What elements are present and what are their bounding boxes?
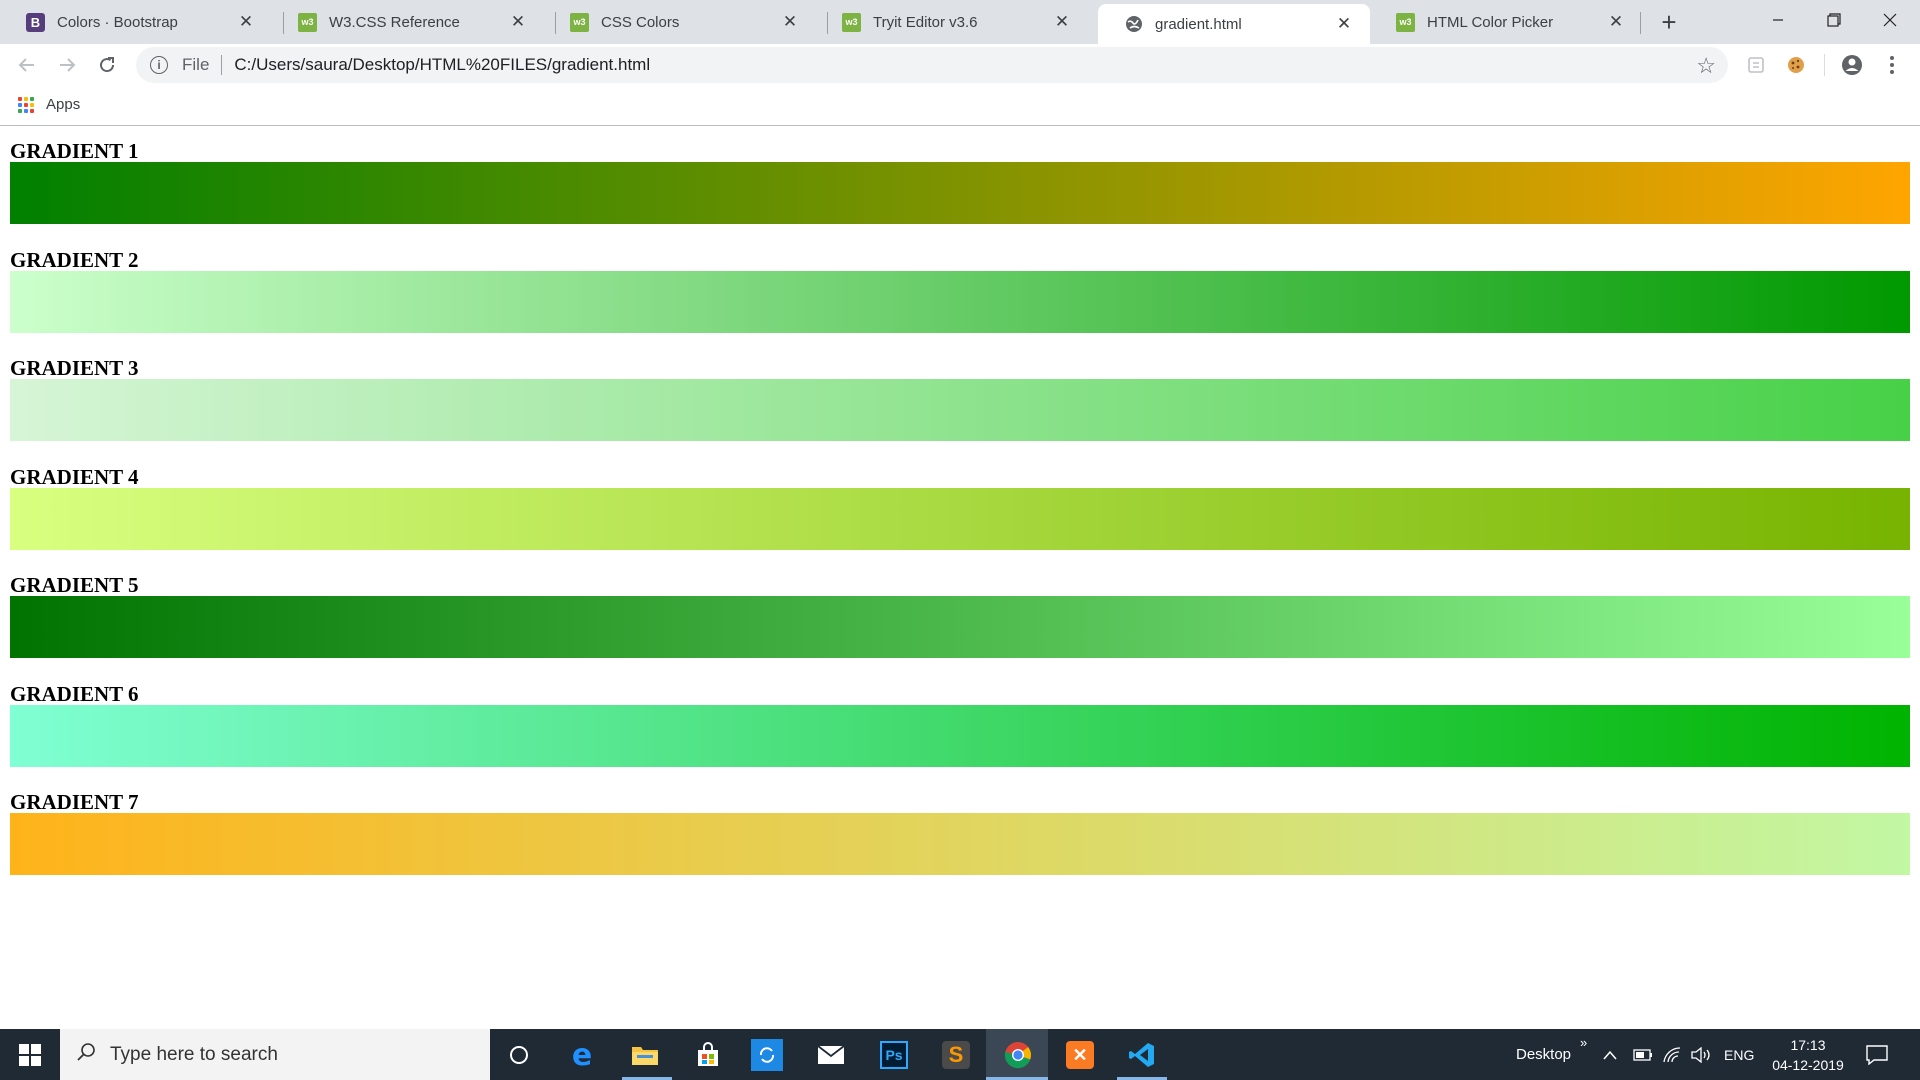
- apps-shortcut[interactable]: Apps: [18, 96, 80, 113]
- globe-icon: [1124, 15, 1143, 34]
- window-close-icon[interactable]: [1862, 0, 1918, 40]
- search-icon: [76, 1042, 96, 1068]
- gradient-1-bar: [10, 162, 1910, 224]
- restore-icon[interactable]: [1806, 0, 1862, 40]
- close-icon[interactable]: ✕: [1050, 10, 1074, 34]
- gradient-5-title: GRADIENT 5: [10, 573, 139, 597]
- forward-arrow-icon[interactable]: [51, 49, 83, 81]
- toolbar-divider: [1824, 54, 1825, 76]
- bookmark-star-icon[interactable]: ☆: [1696, 53, 1716, 79]
- desktop-toolbar-label[interactable]: Desktop: [1516, 1029, 1571, 1080]
- tab-html-color-picker[interactable]: w3 HTML Color Picker ✕: [1370, 0, 1642, 44]
- gradient-2-bar: [10, 271, 1910, 333]
- gradient-6-bar: [10, 705, 1910, 767]
- mail-icon[interactable]: [812, 1036, 850, 1074]
- w3schools-icon: w3: [570, 12, 589, 32]
- language-indicator[interactable]: ENG: [1724, 1029, 1754, 1080]
- page-content: GRADIENT 1 GRADIENT 2 GRADIENT 3 GRADIEN…: [0, 127, 1920, 1029]
- windows-taskbar: Type here to search e Ps S ✕ Desktop » E…: [0, 1029, 1920, 1080]
- w3schools-icon: w3: [1396, 12, 1415, 32]
- address-divider: [221, 55, 223, 75]
- gradient-7-bar: [10, 813, 1910, 875]
- wifi-icon[interactable]: [1663, 1029, 1681, 1080]
- w3schools-icon: w3: [298, 12, 317, 32]
- tab-label: Tryit Editor v3.6: [873, 13, 978, 31]
- tab-colors-bootstrap[interactable]: B Colors · Bootstrap ✕: [0, 0, 272, 44]
- gradient-3-bar: [10, 379, 1910, 441]
- browser-toolbar: i File C:/Users/saura/Desktop/HTML%20FIL…: [0, 44, 1920, 86]
- action-center-icon[interactable]: [1866, 1029, 1888, 1080]
- gradient-5-bar: [10, 596, 1910, 658]
- scheme-label: File: [182, 55, 210, 74]
- close-icon[interactable]: ✕: [234, 10, 258, 34]
- bookmarks-bar: Apps: [0, 86, 1920, 126]
- tab-label: HTML Color Picker: [1427, 13, 1554, 31]
- w3schools-icon: w3: [842, 12, 861, 32]
- info-icon[interactable]: i: [150, 56, 168, 74]
- gradient-2-title: GRADIENT 2: [10, 248, 139, 272]
- close-icon[interactable]: ✕: [778, 10, 802, 34]
- battery-icon[interactable]: [1633, 1029, 1653, 1080]
- bootstrap-icon: B: [26, 12, 45, 32]
- gradient-3-title: GRADIENT 3: [10, 356, 139, 380]
- profile-avatar-icon[interactable]: [1840, 53, 1864, 77]
- gradient-6-title: GRADIENT 6: [10, 682, 139, 706]
- search-placeholder: Type here to search: [110, 1043, 278, 1065]
- tab-css-colors[interactable]: w3 CSS Colors ✕: [544, 0, 816, 44]
- clock-time: 17:13: [1790, 1037, 1826, 1053]
- tab-label: CSS Colors: [601, 13, 680, 31]
- file-explorer-icon[interactable]: [626, 1036, 664, 1074]
- microsoft-store-icon[interactable]: [689, 1036, 727, 1074]
- tab-tryit-editor[interactable]: w3 Tryit Editor v3.6 ✕: [816, 0, 1088, 44]
- address-bar[interactable]: i File C:/Users/saura/Desktop/HTML%20FIL…: [136, 47, 1728, 83]
- tab-strip: B Colors · Bootstrap ✕ w3 W3.CSS Referen…: [0, 0, 1920, 44]
- sync-app-icon[interactable]: [751, 1039, 783, 1071]
- sublime-text-icon[interactable]: S: [937, 1036, 975, 1074]
- volume-icon[interactable]: [1691, 1029, 1713, 1080]
- vscode-icon[interactable]: [1123, 1036, 1161, 1074]
- tab-divider: [1640, 12, 1641, 34]
- taskbar-clock[interactable]: 17:13 04-12-2019: [1760, 1035, 1856, 1075]
- back-arrow-icon[interactable]: [11, 49, 43, 81]
- menu-kebab-icon[interactable]: [1880, 53, 1904, 77]
- toolbar-overflow-icon[interactable]: »: [1580, 1017, 1587, 1068]
- tab-gradient-html[interactable]: gradient.html ✕: [1098, 4, 1370, 44]
- close-icon[interactable]: ✕: [1604, 10, 1628, 34]
- chrome-icon[interactable]: [999, 1036, 1037, 1074]
- close-icon[interactable]: ✕: [506, 10, 530, 34]
- extension-icon[interactable]: [1744, 53, 1768, 77]
- clock-date: 04-12-2019: [1772, 1057, 1844, 1073]
- taskbar-search-box[interactable]: Type here to search: [60, 1029, 490, 1080]
- minimize-icon[interactable]: [1750, 0, 1806, 40]
- url-text[interactable]: C:/Users/saura/Desktop/HTML%20FILES/grad…: [234, 55, 650, 75]
- close-icon[interactable]: ✕: [1332, 12, 1356, 36]
- gradient-4-bar: [10, 488, 1910, 550]
- tab-w3css-reference[interactable]: w3 W3.CSS Reference ✕: [272, 0, 544, 44]
- apps-grid-icon: [18, 96, 34, 113]
- cortana-icon[interactable]: [500, 1036, 538, 1074]
- reload-icon[interactable]: [91, 49, 123, 81]
- gradient-1-title: GRADIENT 1: [10, 139, 139, 163]
- xampp-icon[interactable]: ✕: [1061, 1036, 1099, 1074]
- gradient-7-title: GRADIENT 7: [10, 790, 139, 814]
- cookie-extension-icon[interactable]: [1784, 53, 1808, 77]
- edge-browser-icon[interactable]: e: [563, 1036, 601, 1074]
- new-tab-plus-icon[interactable]: +: [1653, 6, 1685, 38]
- tray-chevron-up-icon[interactable]: [1603, 1029, 1617, 1080]
- apps-label: Apps: [46, 96, 81, 113]
- gradient-4-title: GRADIENT 4: [10, 465, 139, 489]
- photoshop-icon[interactable]: Ps: [875, 1036, 913, 1074]
- tab-label: gradient.html: [1155, 15, 1242, 33]
- windows-start-icon[interactable]: [0, 1029, 60, 1080]
- tab-label: W3.CSS Reference: [329, 13, 460, 31]
- tab-label: Colors · Bootstrap: [57, 13, 178, 31]
